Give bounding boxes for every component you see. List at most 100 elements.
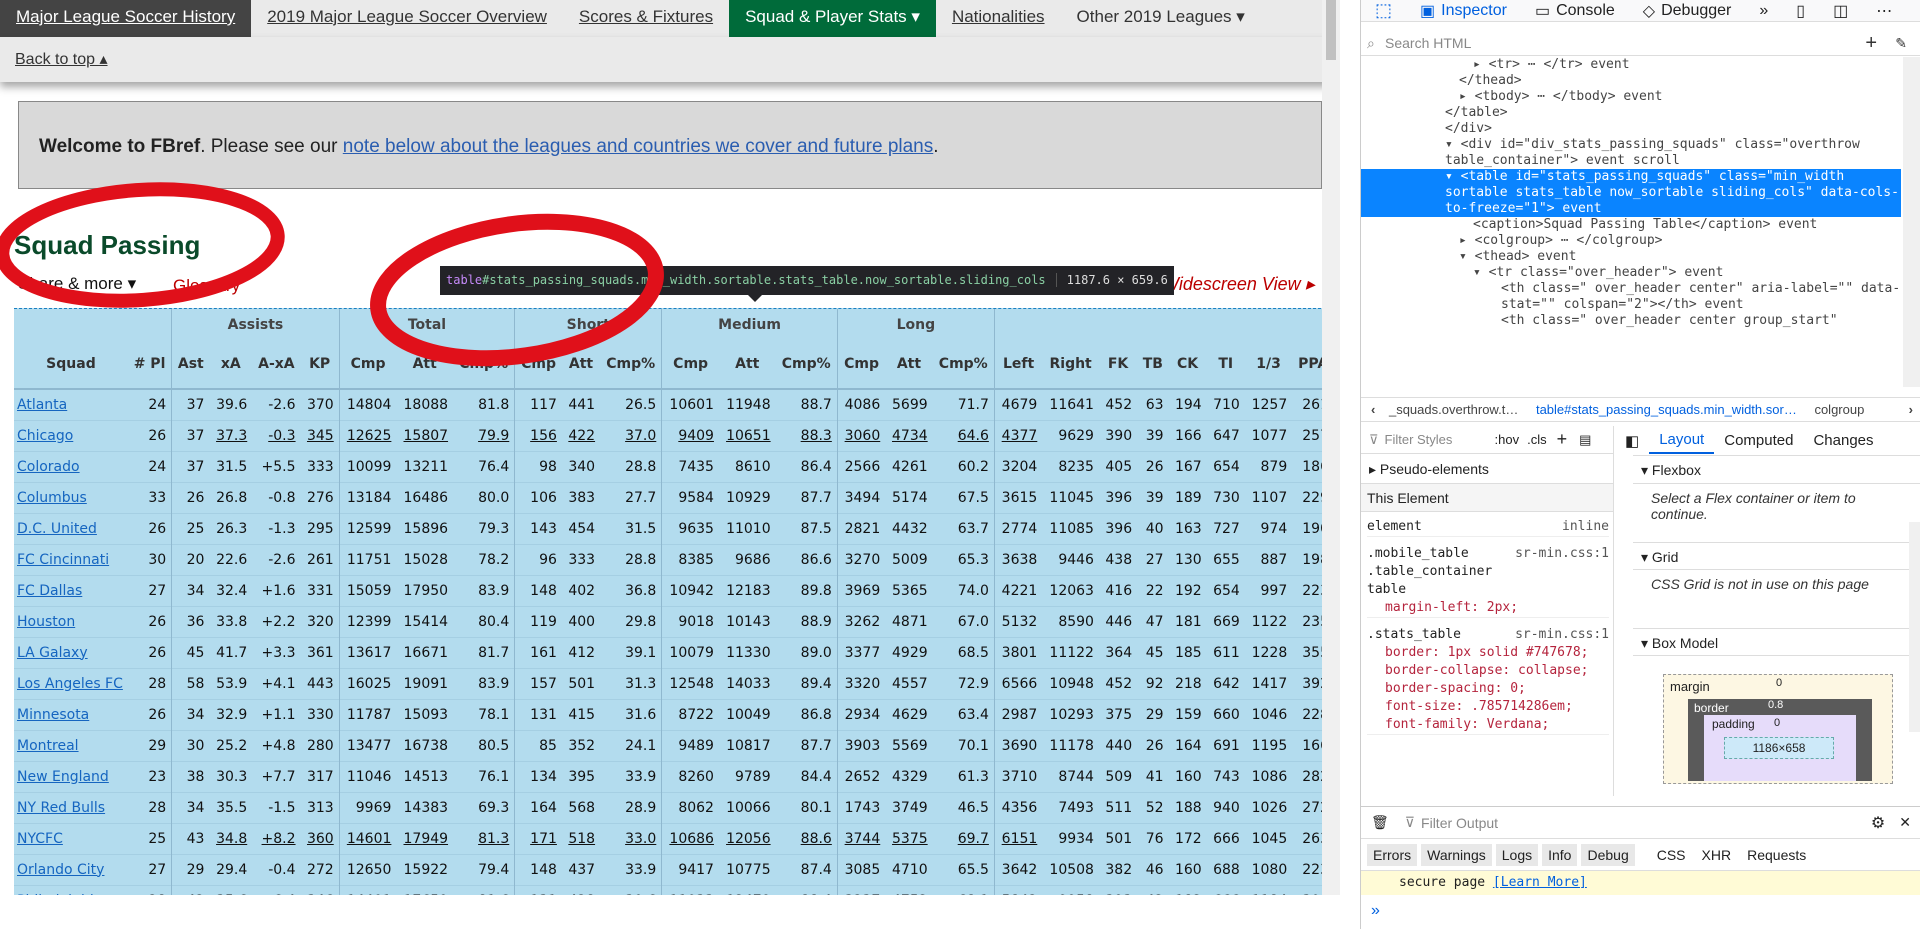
tab-computed[interactable]: Computed bbox=[1714, 428, 1803, 453]
squad-link[interactable]: LA Galaxy bbox=[14, 637, 128, 668]
column-header[interactable]: Cmp bbox=[338, 340, 397, 390]
column-header[interactable]: CK bbox=[1168, 340, 1207, 390]
glossary-link[interactable]: Glossary bbox=[173, 276, 240, 296]
column-header[interactable]: A-xA bbox=[252, 340, 301, 390]
dom-node[interactable]: ▸ <colgroup> ⋯ </colgroup> bbox=[1361, 233, 1901, 249]
dom-node[interactable]: ▸ <tr> ⋯ </tr> event bbox=[1361, 57, 1901, 73]
dom-node[interactable]: </div> bbox=[1361, 121, 1901, 137]
close-console-icon[interactable]: ✕ bbox=[1899, 814, 1911, 831]
squad-link[interactable]: NY Red Bulls bbox=[14, 792, 128, 823]
squad-link[interactable]: Chicago bbox=[14, 420, 128, 451]
dom-node[interactable]: </table> bbox=[1361, 105, 1901, 121]
squad-link[interactable]: Atlanta bbox=[14, 389, 128, 420]
console-filter-css[interactable]: CSS bbox=[1651, 844, 1692, 866]
dock-icon[interactable]: ◫ bbox=[1819, 0, 1862, 22]
squad-link[interactable]: FC Cincinnati bbox=[14, 544, 128, 575]
nav-mls-history[interactable]: Major League Soccer History bbox=[0, 0, 252, 37]
squad-link[interactable]: Columbus bbox=[14, 482, 128, 513]
squad-link[interactable]: Los Angeles FC bbox=[14, 668, 128, 699]
console-filter-errors[interactable]: Errors bbox=[1367, 843, 1418, 866]
column-header[interactable]: Att bbox=[396, 340, 454, 390]
nav-2019-overview[interactable]: 2019 Major League Soccer Overview bbox=[251, 0, 563, 37]
squad-link[interactable]: FC Dallas bbox=[14, 575, 128, 606]
dom-node[interactable]: <caption>Squad Passing Table</caption> e… bbox=[1361, 217, 1901, 233]
dom-node[interactable]: ▾ <div id="div_stats_passing_squads" cla… bbox=[1361, 137, 1901, 169]
css-source-link[interactable]: sr-min.css:1 bbox=[1515, 545, 1609, 599]
dom-node[interactable]: ▾ <tr class="over_header"> event bbox=[1361, 265, 1901, 281]
column-header[interactable]: Cmp bbox=[836, 340, 886, 390]
console-filter-warnings[interactable]: Warnings bbox=[1421, 843, 1492, 866]
squad-link[interactable]: Orlando City bbox=[14, 854, 128, 885]
cls-toggle[interactable]: .cls bbox=[1527, 432, 1547, 447]
layout-scrollbar[interactable] bbox=[1909, 522, 1920, 732]
vertical-scroll-thumb[interactable] bbox=[1326, 0, 1336, 60]
column-header[interactable]: Cmp% bbox=[932, 340, 995, 390]
column-header[interactable]: Cmp% bbox=[775, 340, 838, 390]
column-header[interactable]: Cmp bbox=[661, 340, 719, 390]
column-header[interactable]: FK bbox=[1098, 340, 1138, 390]
search-html-input[interactable]: ⌕ Search HTML + ✎ bbox=[1361, 30, 1920, 56]
more-tools-icon[interactable]: » bbox=[1745, 0, 1782, 22]
box-model-section-header[interactable]: ▾ Box Model bbox=[1633, 628, 1920, 656]
console-filter-debug[interactable]: Debug bbox=[1581, 843, 1635, 866]
share-menu-button[interactable]: Share & more ▾ bbox=[18, 274, 136, 294]
squad-link[interactable]: Montreal bbox=[14, 730, 128, 761]
hov-toggle[interactable]: :hov bbox=[1495, 432, 1520, 447]
settings-gear-icon[interactable]: ⚙ bbox=[1871, 813, 1885, 833]
dom-tree-scrollbar[interactable] bbox=[1903, 57, 1920, 387]
grid-section-header[interactable]: ▾ Grid bbox=[1633, 542, 1920, 570]
column-header[interactable]: # Pl bbox=[127, 340, 172, 390]
squad-link[interactable]: Philadelphia bbox=[14, 885, 128, 896]
column-header[interactable]: Att bbox=[561, 340, 601, 390]
breadcrumb-back-icon[interactable]: ‹ bbox=[1371, 402, 1375, 417]
column-header[interactable]: Cmp% bbox=[600, 340, 662, 390]
close-devtools-icon[interactable]: ✕ bbox=[1906, 0, 1920, 22]
css-declaration[interactable]: border-spacing: 0; bbox=[1367, 680, 1609, 698]
element-picker-icon[interactable]: ⬚ bbox=[1361, 0, 1406, 22]
squad-link[interactable]: Houston bbox=[14, 606, 128, 637]
nav-other-leagues[interactable]: Other 2019 Leagues ▾ bbox=[1061, 0, 1261, 37]
nav-squad-player-stats[interactable]: Squad & Player Stats ▾ bbox=[729, 0, 936, 37]
css-declaration[interactable]: border: 1px solid #747678; bbox=[1367, 644, 1609, 662]
add-node-icon[interactable]: + bbox=[1865, 30, 1877, 56]
squad-link[interactable]: Colorado bbox=[14, 451, 128, 482]
column-header[interactable]: Att bbox=[885, 340, 933, 390]
css-declaration[interactable]: border-collapse: collapse; bbox=[1367, 662, 1609, 680]
dom-node[interactable]: ▾ <thead> event bbox=[1361, 249, 1901, 265]
dom-node[interactable]: </thead> bbox=[1361, 73, 1901, 89]
eyedropper-icon[interactable]: ✎ bbox=[1895, 30, 1907, 56]
tab-console[interactable]: ▭ Console bbox=[1521, 0, 1629, 22]
column-header[interactable]: TB bbox=[1137, 340, 1169, 390]
css-source-link[interactable]: inline bbox=[1562, 518, 1609, 536]
learn-more-link[interactable]: [Learn More] bbox=[1493, 875, 1587, 890]
column-header[interactable]: Squad bbox=[14, 340, 128, 390]
breadcrumb-item[interactable]: colgroup bbox=[1814, 402, 1864, 417]
add-rule-icon[interactable]: + bbox=[1557, 429, 1568, 450]
pseudo-elements-toggle[interactable]: ▸ Pseudo-elements bbox=[1361, 454, 1613, 484]
filter-styles-input[interactable]: Filter Styles bbox=[1385, 432, 1495, 447]
tab-inspector[interactable]: ▣ Inspector bbox=[1406, 0, 1521, 22]
nav-scores-fixtures[interactable]: Scores & Fixtures bbox=[563, 0, 729, 37]
column-header[interactable]: Cmp bbox=[514, 340, 562, 390]
css-declaration[interactable]: font-family: Verdana; bbox=[1367, 716, 1609, 734]
breadcrumb-item[interactable]: table#stats_passing_squads.min_width.sor… bbox=[1536, 402, 1797, 417]
css-declaration[interactable]: font-size: .785714286em; bbox=[1367, 698, 1609, 716]
column-header[interactable]: Att bbox=[718, 340, 776, 390]
tab-layout[interactable]: Layout bbox=[1649, 427, 1715, 454]
column-header[interactable]: PPA bbox=[1292, 340, 1326, 390]
console-filter-logs[interactable]: Logs bbox=[1495, 843, 1539, 866]
column-header[interactable]: Right bbox=[1042, 340, 1099, 390]
dom-node[interactable]: <th class=" over_header center" aria-lab… bbox=[1361, 281, 1901, 313]
dom-node[interactable]: ▸ <tbody> ⋯ </tbody> event bbox=[1361, 89, 1901, 105]
trash-icon[interactable]: 🗑 bbox=[1371, 814, 1389, 831]
breadcrumb-forward-icon[interactable]: › bbox=[1909, 398, 1913, 422]
tab-changes[interactable]: Changes bbox=[1803, 428, 1883, 453]
css-source-link[interactable]: sr-min.css:1 bbox=[1515, 626, 1609, 644]
tab-debugger[interactable]: ◇ Debugger bbox=[1629, 0, 1746, 22]
console-filter-info[interactable]: Info bbox=[1542, 843, 1578, 866]
print-icon[interactable]: ▤ bbox=[1579, 432, 1591, 448]
flexbox-section-header[interactable]: ▾ Flexbox bbox=[1633, 456, 1920, 484]
filter-output-input[interactable]: Filter Output bbox=[1421, 815, 1498, 831]
column-header[interactable]: Left bbox=[993, 340, 1043, 390]
console-filter-requests[interactable]: Requests bbox=[1741, 844, 1812, 866]
